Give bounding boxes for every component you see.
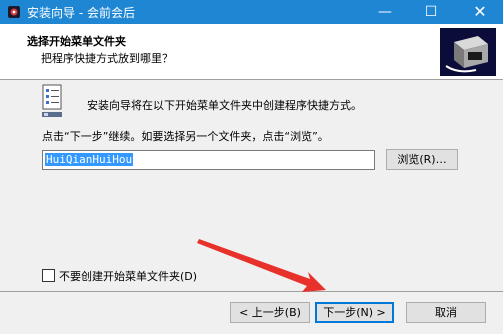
page-title: 选择开始菜单文件夹	[27, 35, 126, 48]
start-menu-folder-input[interactable]: HuiQianHuiHou	[42, 150, 375, 170]
back-button[interactable]: < 上一步(B)	[230, 302, 310, 323]
installer-app-icon	[8, 6, 20, 18]
no-folder-checkbox[interactable]	[42, 269, 55, 282]
title-bar: 安装向导 - 会前会后 — ☐ ✕	[0, 0, 503, 24]
cancel-button[interactable]: 取消	[406, 302, 486, 323]
window-title: 安装向导 - 会前会后	[27, 6, 135, 20]
browse-button[interactable]: 浏览(R)…	[386, 149, 458, 170]
intro-text: 安装向导将在以下开始菜单文件夹中创建程序快捷方式。	[87, 99, 362, 112]
page-subtitle: 把程序快捷方式放到哪里？	[41, 52, 173, 65]
start-menu-folder-icon	[42, 84, 62, 117]
folder-input-value: HuiQianHuiHou	[45, 153, 134, 166]
no-folder-label: 不要创建开始菜单文件夹(D)	[59, 270, 198, 283]
maximize-button[interactable]: ☐	[408, 0, 454, 24]
wizard-header: 选择开始菜单文件夹 把程序快捷方式放到哪里？	[0, 24, 503, 80]
computer-box-icon	[440, 28, 496, 76]
next-button[interactable]: 下一步(N) >	[315, 302, 394, 323]
instruction-text: 点击“下一步”继续。如要选择另一个文件夹，点击“浏览”。	[42, 130, 329, 143]
footer-divider	[0, 291, 503, 292]
minimize-button[interactable]: —	[362, 0, 408, 24]
close-button[interactable]: ✕	[457, 0, 503, 24]
